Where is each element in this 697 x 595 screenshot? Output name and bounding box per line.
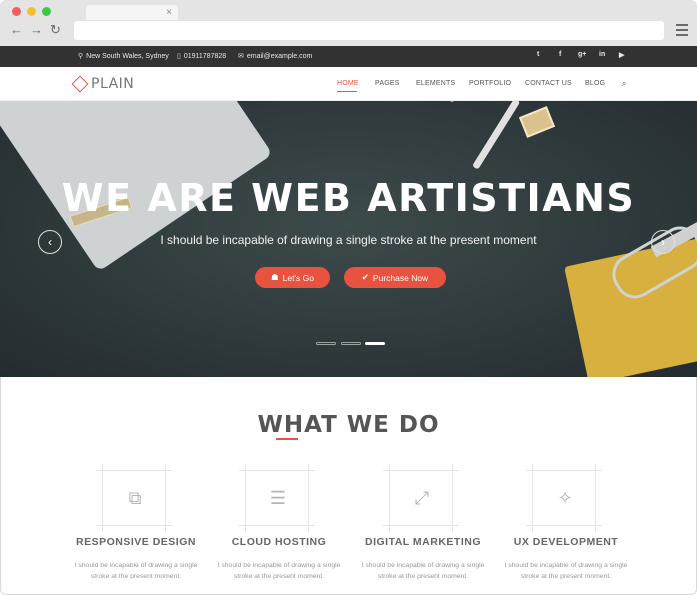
- active-nav-underline: [337, 91, 357, 92]
- main-navigation: PLAIN HOME PAGES ELEMENTS PORTFOLIO CONT…: [0, 67, 697, 101]
- devices-icon: ⧉: [128, 488, 142, 508]
- service-icon-frame: ✧: [526, 464, 602, 532]
- facebook-icon[interactable]: f: [559, 51, 561, 58]
- pencil-image: [472, 101, 521, 170]
- browser-window: × ← → ↻ ⚲ New South Wales, Sydney ▯ 0191…: [0, 0, 697, 595]
- phone-info: ▯ 01911787828: [177, 52, 227, 61]
- slider-dot-1[interactable]: [316, 342, 336, 345]
- phone-text: 01911787828: [183, 52, 227, 60]
- service-title: RESPONSIVE DESIGN: [76, 536, 196, 548]
- chevron-left-icon: ‹: [48, 235, 52, 249]
- service-title: CLOUD HOSTING: [231, 536, 327, 548]
- tab-close-icon[interactable]: ×: [166, 6, 172, 19]
- reload-icon[interactable]: ↻: [50, 22, 61, 38]
- server-icon: ☰: [269, 488, 287, 508]
- nav-home[interactable]: HOME: [337, 80, 359, 87]
- service-icon-frame: ⤢: [383, 464, 459, 532]
- check-icon: ✔: [361, 272, 369, 282]
- pen-image: [448, 101, 496, 103]
- browser-chrome: × ← → ↻: [0, 0, 697, 46]
- service-text: I should be incapable of drawing a singl…: [74, 562, 198, 580]
- sharpener-image: [518, 106, 556, 138]
- service-title: DIGITAL MARKETING: [364, 536, 482, 548]
- logo-diamond-icon: [71, 75, 89, 93]
- logo-text: PLAIN: [91, 76, 135, 92]
- slider-dot-2[interactable]: [341, 342, 361, 345]
- service-icon-frame: ☰: [239, 464, 315, 532]
- maximize-window-button[interactable]: [42, 7, 51, 16]
- forward-arrow-icon[interactable]: →: [30, 22, 43, 38]
- browser-nav: ← → ↻: [10, 22, 61, 38]
- magic-wand-icon: ✧: [557, 488, 573, 508]
- location-info: ⚲ New South Wales, Sydney: [78, 52, 169, 61]
- lets-go-button[interactable]: ☗ Let's Go: [255, 267, 330, 288]
- nav-contact-us[interactable]: CONTACT US: [525, 80, 572, 87]
- logo[interactable]: PLAIN: [71, 75, 135, 93]
- nav-portfolio[interactable]: PORTFOLIO: [469, 80, 511, 87]
- service-icon-frame: ⧉: [96, 464, 172, 532]
- hero-title: WE ARE WEB ARTISTIANS: [61, 176, 636, 220]
- linkedin-icon[interactable]: in: [599, 51, 605, 58]
- slider-next-button[interactable]: ›: [651, 230, 675, 254]
- chevron-right-icon: ›: [661, 235, 665, 249]
- location-text: New South Wales, Sydney: [86, 52, 169, 60]
- phone-icon: ▯: [177, 53, 181, 60]
- slider-dot-3-active[interactable]: [365, 342, 385, 345]
- email-text[interactable]: email@example.com: [247, 53, 312, 60]
- minimize-window-button[interactable]: [27, 7, 36, 16]
- service-title: UX DEVELOPMENT: [513, 536, 619, 548]
- youtube-icon[interactable]: ▶: [619, 51, 624, 59]
- purchase-now-button[interactable]: ✔ Purchase Now: [344, 267, 446, 288]
- hero-subtitle: I should be incapable of drawing a singl…: [160, 233, 537, 247]
- nav-pages[interactable]: PAGES: [375, 80, 400, 87]
- google-plus-icon[interactable]: g+: [578, 51, 586, 58]
- nav-elements[interactable]: ELEMENTS: [416, 80, 455, 87]
- service-text: I should be incapable of drawing a singl…: [361, 562, 485, 580]
- menu-icon[interactable]: [676, 24, 688, 36]
- address-bar[interactable]: [74, 21, 664, 40]
- service-text: I should be incapable of drawing a singl…: [504, 562, 628, 580]
- twitter-icon[interactable]: t: [537, 51, 539, 58]
- search-icon[interactable]: ⌕: [622, 79, 626, 89]
- trophy-icon: ☗: [270, 272, 279, 282]
- section-title-underline: [276, 438, 298, 440]
- close-window-button[interactable]: [12, 7, 21, 16]
- slider-prev-button[interactable]: ‹: [38, 230, 62, 254]
- envelope-icon: ✉: [238, 53, 244, 60]
- purchase-now-label: Purchase Now: [372, 272, 429, 283]
- email-info[interactable]: ✉ email@example.com: [238, 52, 312, 61]
- back-arrow-icon[interactable]: ←: [10, 22, 23, 38]
- browser-tab[interactable]: ×: [86, 5, 178, 20]
- nav-blog[interactable]: BLOG: [585, 80, 605, 87]
- section-title: WHAT WE DO: [257, 412, 440, 438]
- top-info-bar: ⚲ New South Wales, Sydney ▯ 01911787828 …: [0, 46, 697, 67]
- service-text: I should be incapable of drawing a singl…: [217, 562, 341, 580]
- lets-go-label: Let's Go: [282, 272, 314, 283]
- expand-icon: ⤢: [414, 488, 430, 508]
- map-pin-icon: ⚲: [78, 53, 84, 60]
